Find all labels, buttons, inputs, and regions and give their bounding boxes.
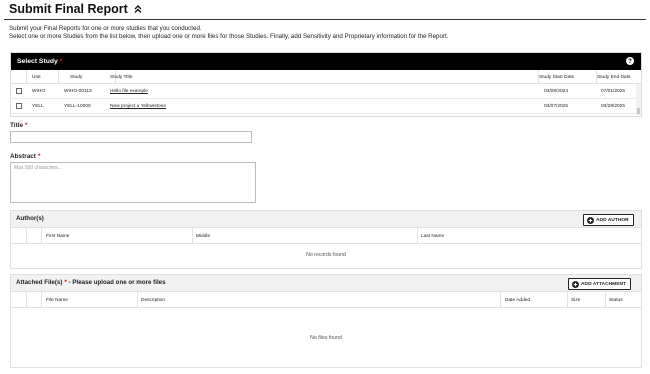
- col-last-name[interactable]: Last Name: [421, 234, 444, 239]
- plus-circle-icon: [587, 216, 594, 224]
- intro-text: Submit your Final Reports for one or mor…: [9, 25, 448, 42]
- required-mark: *: [25, 122, 28, 129]
- add-author-button[interactable]: ADD AUTHOR: [583, 214, 634, 226]
- required-mark: *: [59, 58, 63, 65]
- study-title-link[interactable]: New project a Yellowstone: [110, 104, 166, 109]
- files-section: Attached File(s) * - Please upload one or…: [10, 274, 642, 368]
- select-study-title: Select Study: [17, 58, 58, 65]
- study-title-link[interactable]: Hello file example: [110, 89, 148, 94]
- help-icon[interactable]: ?: [626, 57, 634, 65]
- cell-study: WIHO-00113: [64, 89, 92, 94]
- col-first-name[interactable]: First Name: [46, 234, 69, 239]
- select-study-header: Select Study * ?: [11, 53, 641, 70]
- study-table-scrollbar[interactable]: [636, 84, 641, 115]
- files-header: Attached File(s) * - Please upload one or…: [11, 275, 641, 292]
- col-size[interactable]: Size: [571, 298, 580, 303]
- col-end-date[interactable]: Study End Date: [597, 75, 631, 80]
- required-mark: *: [64, 279, 67, 286]
- intro-line-1: Submit your Final Reports for one or mor…: [9, 25, 202, 32]
- svg-text:?: ?: [628, 59, 632, 65]
- header-divider: [4, 19, 646, 20]
- files-table-header: File Name Description Date Added Size St…: [11, 292, 641, 308]
- abstract-textarea[interactable]: [10, 162, 256, 203]
- authors-title: Author(s): [16, 215, 44, 222]
- col-status[interactable]: Status: [609, 298, 623, 303]
- select-study-panel: Select Study * ? Unit Study Study Title …: [10, 52, 642, 117]
- collapse-chevron-up-icon[interactable]: [133, 4, 143, 14]
- authors-table-header: First Name Middle Last Name: [11, 228, 641, 244]
- col-start-date[interactable]: Study Start Date: [539, 75, 574, 80]
- study-table: Unit Study Study Title Study Start Date …: [11, 70, 641, 116]
- cell-end-date: 07/01/2025: [601, 89, 626, 94]
- add-attachment-button[interactable]: ADD ATTACHMENT: [568, 278, 632, 290]
- files-table: File Name Description Date Added Size St…: [11, 292, 641, 368]
- col-unit[interactable]: Unit: [32, 75, 41, 80]
- cell-study: YELL-10000: [64, 104, 91, 109]
- authors-section: Author(s) ADD AUTHOR First Name Middle L…: [10, 210, 642, 269]
- abstract-label: Abstract *: [10, 153, 40, 160]
- plus-circle-icon: [572, 280, 579, 288]
- row-checkbox[interactable]: [16, 103, 22, 109]
- abstract-label-text: Abstract: [10, 153, 36, 160]
- table-row[interactable]: WIHO WIHO-00113 Hello file example 03/08…: [11, 84, 641, 99]
- files-title-text: Attached File(s): [16, 279, 63, 286]
- cell-start-date: 03/08/2024: [544, 89, 569, 94]
- files-title: Attached File(s) * - Please upload one or…: [16, 279, 166, 286]
- intro-line-2: Select one or more Studies from the list…: [9, 33, 449, 41]
- authors-table: First Name Middle Last Name No records f…: [11, 228, 641, 269]
- cell-end-date: 03/28/2025: [601, 104, 626, 109]
- col-date-added[interactable]: Date Added: [505, 298, 530, 303]
- title-label: Title *: [10, 122, 28, 129]
- page-header: Submit Final Report: [9, 2, 143, 16]
- add-attachment-label: ADD ATTACHMENT: [581, 281, 627, 287]
- files-empty-message: No files found: [310, 335, 342, 341]
- col-study[interactable]: Study: [70, 75, 82, 80]
- cell-start-date: 03/07/2025: [544, 104, 569, 109]
- add-author-label: ADD AUTHOR: [596, 217, 629, 223]
- cell-unit: YELL: [32, 104, 44, 109]
- title-label-text: Title: [10, 122, 24, 129]
- authors-empty-message: No records found: [306, 252, 346, 258]
- title-input[interactable]: [10, 131, 252, 143]
- study-table-header: Unit Study Study Title Study Start Date …: [11, 70, 641, 84]
- col-file-name[interactable]: File Name: [46, 298, 68, 303]
- col-description[interactable]: Description: [141, 298, 165, 303]
- col-study-title[interactable]: Study Title: [110, 75, 132, 80]
- page-title: Submit Final Report: [9, 2, 128, 16]
- row-checkbox[interactable]: [16, 88, 22, 94]
- required-mark: *: [37, 153, 41, 160]
- col-middle[interactable]: Middle: [196, 234, 210, 239]
- files-note: - Please upload one or more files: [68, 279, 166, 286]
- table-row[interactable]: YELL YELL-10000 New project a Yellowston…: [11, 99, 641, 114]
- cell-unit: WIHO: [32, 89, 46, 94]
- authors-header: Author(s) ADD AUTHOR: [11, 211, 641, 228]
